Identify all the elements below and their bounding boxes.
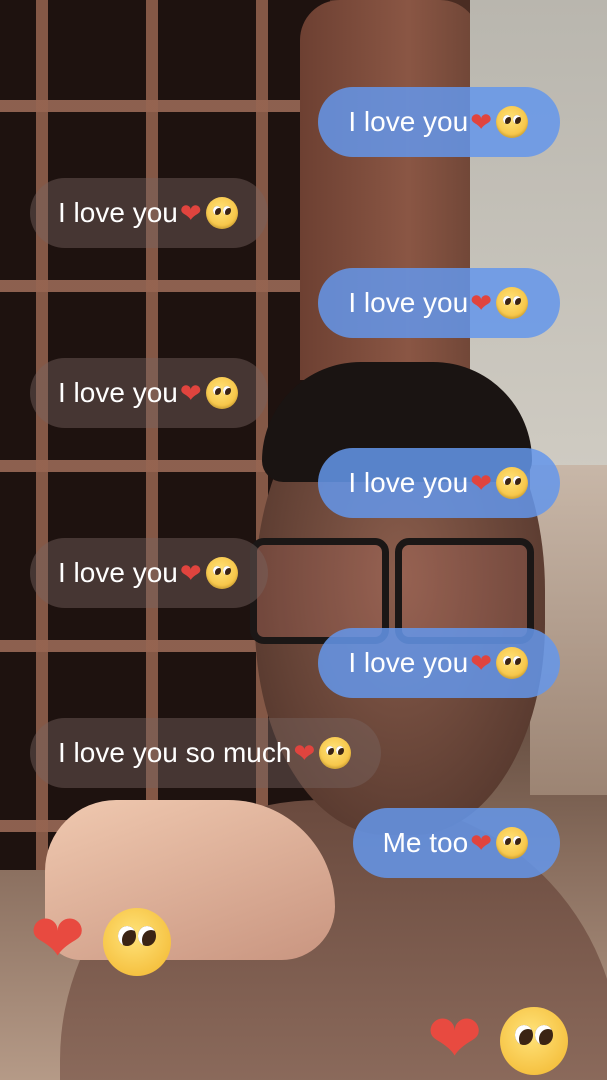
heart-icon: ❤ (179, 197, 202, 228)
message-text: I love you (348, 467, 469, 498)
message-text: I love you (58, 197, 178, 228)
heart-icon: ❤ (179, 377, 202, 408)
heart-sticker-icon: ❤ (30, 901, 86, 975)
pleading-face-sticker-icon (103, 908, 171, 976)
pleading-face-sticker-icon (500, 1007, 568, 1075)
heart-sticker-icon: ❤ (427, 1001, 483, 1075)
message-bubble-sent: I love you ❤ (318, 628, 560, 698)
message-text: I love you (348, 106, 469, 137)
message-bubble-received: I love you ❤ (30, 178, 268, 248)
message-text: I love you (348, 647, 469, 678)
heart-icon: ❤ (470, 647, 492, 678)
glasses (250, 538, 540, 644)
message-bubble-received: I love you ❤ (30, 538, 268, 608)
heart-icon: ❤ (470, 287, 492, 318)
pleading-face-icon (205, 557, 238, 589)
pleading-face-icon (496, 106, 528, 138)
message-bubble-sent: I love you ❤ (318, 448, 560, 518)
heart-icon: ❤ (293, 737, 316, 768)
heart-icon: ❤ (470, 827, 492, 858)
message-bubble-received: I love you so much ❤ (30, 718, 382, 788)
message-text: Me too (382, 827, 469, 858)
pleading-face-icon (496, 467, 528, 499)
pleading-face-icon (205, 197, 238, 229)
pleading-face-icon (319, 737, 352, 769)
message-bubble-sent: I love you ❤ (318, 268, 560, 338)
pleading-face-icon (496, 287, 528, 319)
heart-icon: ❤ (470, 467, 492, 498)
heart-icon: ❤ (179, 557, 202, 588)
pleading-face-icon (496, 647, 528, 679)
message-text: I love you so much (58, 737, 292, 768)
pleading-face-icon (496, 827, 528, 859)
message-bubble-sent: I love you ❤ (318, 87, 560, 157)
message-text: I love you (58, 557, 178, 588)
hand (45, 800, 335, 960)
message-text: I love you (58, 377, 178, 408)
message-bubble-received: I love you ❤ (30, 358, 268, 428)
heart-icon: ❤ (470, 106, 492, 137)
message-bubble-sent: Me too ❤ (352, 808, 560, 878)
message-text: I love you (348, 287, 469, 318)
pleading-face-icon (205, 377, 238, 409)
